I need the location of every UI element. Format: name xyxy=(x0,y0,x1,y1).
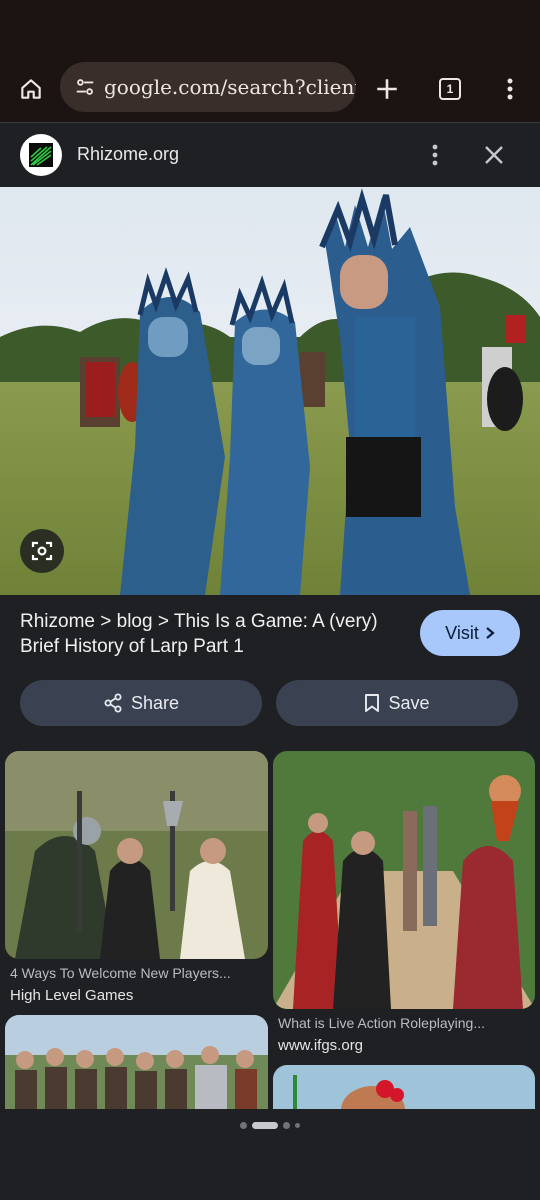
related-image-3[interactable] xyxy=(5,1015,268,1109)
save-label: Save xyxy=(388,692,430,713)
related-title-2[interactable]: What is Live Action Roleplaying... xyxy=(278,1015,535,1031)
pagination-dot xyxy=(283,1121,290,1129)
related-source-2: www.ifgs.org xyxy=(278,1037,364,1054)
preview-image[interactable] xyxy=(0,187,540,595)
pagination-dot xyxy=(240,1121,247,1129)
share-label: Share xyxy=(130,692,180,713)
site-header: Rhizome.org xyxy=(0,123,540,187)
more-vert-icon xyxy=(432,144,438,166)
plus-icon xyxy=(377,79,397,99)
bookmark-icon xyxy=(365,694,380,712)
related-title-1[interactable]: 4 Ways To Welcome New Players... xyxy=(10,965,268,981)
close-icon xyxy=(485,146,503,164)
url-text: google.com/search?client xyxy=(104,75,356,99)
lens-icon xyxy=(31,541,53,561)
tab-count: 1 xyxy=(439,78,461,100)
save-button[interactable]: Save xyxy=(276,680,518,726)
more-options-button[interactable] xyxy=(420,139,450,171)
related-source-1: High Level Games xyxy=(10,987,134,1004)
tune-icon[interactable] xyxy=(72,74,98,100)
url-bar[interactable]: google.com/search?client xyxy=(60,62,356,112)
site-favicon xyxy=(20,134,62,176)
home-button[interactable] xyxy=(14,72,48,106)
visit-label: Visit xyxy=(445,622,479,643)
pagination-dot xyxy=(295,1122,300,1128)
site-name[interactable]: Rhizome.org xyxy=(77,144,179,165)
close-button[interactable] xyxy=(478,139,510,171)
browser-menu-button[interactable] xyxy=(493,72,527,106)
share-icon xyxy=(104,693,122,713)
share-button[interactable]: Share xyxy=(20,680,262,726)
status-bar xyxy=(0,0,540,56)
new-tab-button[interactable] xyxy=(370,72,404,106)
image-preview-panel: Rhizome.org Rhizome > blog > This Is a G… xyxy=(0,122,540,1200)
pagination-dots xyxy=(0,1117,540,1133)
related-image-1[interactable] xyxy=(5,751,268,959)
browser-toolbar: google.com/search?client 1 xyxy=(0,56,540,122)
visit-button[interactable]: Visit xyxy=(420,610,520,656)
more-vert-icon xyxy=(507,78,513,100)
chevron-right-icon xyxy=(486,627,495,639)
lens-button[interactable] xyxy=(20,529,64,573)
related-image-4[interactable] xyxy=(273,1065,535,1109)
pagination-dot-active xyxy=(252,1121,278,1129)
home-icon xyxy=(21,79,41,99)
related-images-grid: 4 Ways To Welcome New Players... High Le… xyxy=(0,749,540,1109)
result-caption[interactable]: Rhizome > blog > This Is a Game: A (very… xyxy=(20,609,410,659)
tab-switcher-button[interactable]: 1 xyxy=(433,72,467,106)
related-image-2[interactable] xyxy=(273,751,535,1009)
